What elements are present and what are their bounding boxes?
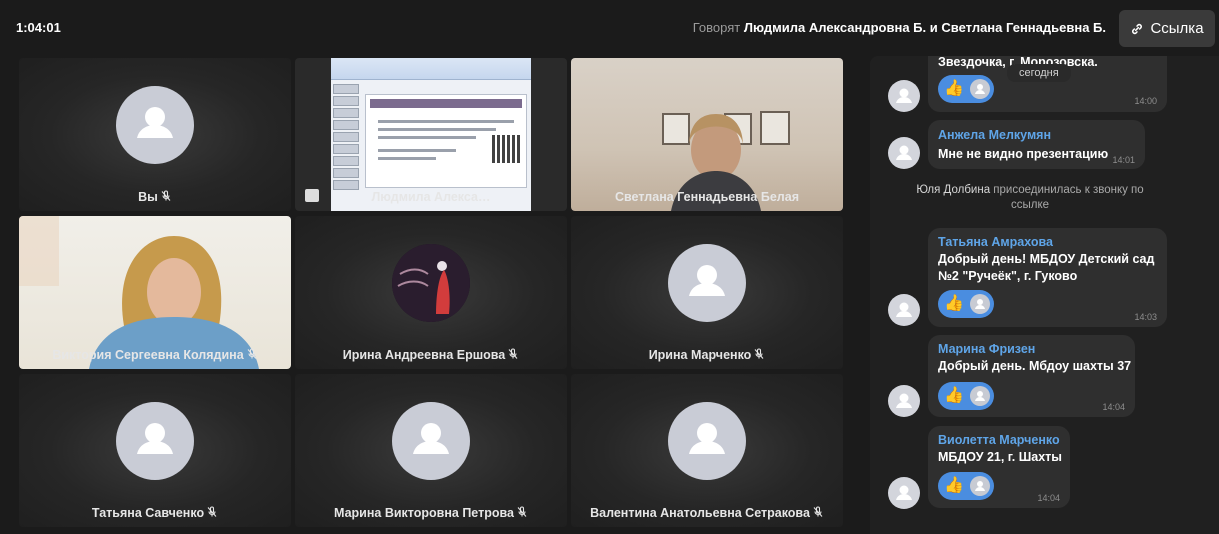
user-avatar-icon [888,80,920,112]
avatar-photo [392,244,470,323]
participant-tile[interactable]: Марина Викторовна Петрова [295,374,567,527]
participant-tile[interactable]: Виктория Сергеевна Колядина [19,216,291,369]
default-avatar-icon [668,402,746,481]
user-avatar-icon [888,137,920,169]
mic-off-icon [754,348,764,359]
user-avatar-icon [888,385,920,417]
mic-off-icon [508,348,518,359]
mic-off-icon [813,506,823,517]
message-time: 14:00 [1134,96,1157,106]
participant-name: Татьяна Савченко [19,506,291,520]
copy-link-label: Ссылка [1150,20,1204,37]
copy-link-button[interactable]: Ссылка [1119,10,1215,47]
message-time: 14:04 [1102,402,1125,412]
participant-name: Ирина Марченко [571,348,843,362]
chat-message: Анжела Мелкумян Мне не видно презентацию… [928,120,1145,169]
participant-tile[interactable]: Татьяна Савченко [19,374,291,527]
system-notice: Юля Долбина присоединилась к звонку по с… [910,183,1150,213]
default-avatar-icon [668,244,746,323]
mic-off-icon [161,190,171,201]
reactor-avatar-icon [969,386,990,406]
reaction-badge[interactable]: 👍 [938,382,994,410]
reaction-badge[interactable]: 👍 [938,472,994,500]
system-text: присоединилась к звонку по ссылке [993,184,1144,211]
participant-name: Ирина Андреевна Ершова [295,348,567,362]
user-avatar-icon [888,477,920,509]
thumbs-up-icon: 👍 [944,295,964,312]
participant-name: Вы [19,190,291,204]
message-time: 14:01 [1112,155,1135,165]
message-text: Добрый день. Мбдоу шахты 37 [938,359,1132,373]
participant-tile[interactable]: Ирина Марченко [571,216,843,369]
message-text: Мне не видно презентацию [938,147,1109,161]
message-author[interactable]: Анжела Мелкумян [938,128,1051,142]
speaking-prefix: Говорят [692,20,741,35]
message-text: Добрый день! МБДОУ Детский сад №2 "Ручеё… [938,252,1155,283]
message-time: 14:04 [1037,493,1060,503]
participant-video [662,111,790,211]
participant-video [19,216,259,369]
chat-message: Татьяна Амрахова Добрый день! МБДОУ Детс… [928,228,1167,327]
user-avatar-icon [888,294,920,326]
thumbs-up-icon: 👍 [944,477,964,494]
mic-off-icon [207,506,217,517]
call-timer: 1:04:01 [16,20,61,35]
reactor-avatar-icon [969,79,990,99]
chat-message: Марина Фризен Добрый день. Мбдоу шахты 3… [928,335,1135,417]
speaking-names: Людмила Александровна Б. и Светлана Генн… [743,20,1106,35]
chat-panel[interactable]: Звездочка, г. Морозовска. 👍 14:00 сегодн… [870,56,1219,534]
link-icon [1132,23,1143,34]
participant-tile[interactable]: Вы [19,58,291,211]
date-separator: сегодня [1007,64,1071,82]
chat-message: Виолетта Марченко МБДОУ 21, г. Шахты 👍 1… [928,426,1070,508]
participant-tile[interactable]: Валентина Анатольевна Сетракова [571,374,843,527]
thumbs-up-icon: 👍 [944,387,964,404]
participant-name: Светлана Геннадьевна Белая [615,190,799,204]
message-time: 14:03 [1134,312,1157,322]
speaking-indicator: Говорят Людмила Александровна Б. и Светл… [693,20,1106,35]
message-text: МБДОУ 21, г. Шахты [938,450,1062,464]
participant-tile[interactable]: Светлана Геннадьевна Белая [571,58,843,211]
message-author[interactable]: Татьяна Амрахова [938,235,1053,249]
mic-off-icon [247,348,257,359]
participant-name: Виктория Сергеевна Колядина [19,348,291,362]
mic-off-icon [517,506,527,517]
reaction-badge[interactable]: 👍 [938,75,994,103]
participant-name: Валентина Анатольевна Сетракова [571,506,843,520]
participant-tile-screen-share[interactable]: Людмила Алекса… [295,58,567,211]
reaction-badge[interactable]: 👍 [938,290,994,318]
video-call-window: 1:04:01 Говорят Людмила Александровна Б.… [0,0,1219,534]
reactor-avatar-icon [969,294,990,314]
default-avatar-icon [116,86,194,165]
participant-tile[interactable]: Ирина Андреевна Ершова [295,216,567,369]
default-avatar-icon [392,402,470,481]
reactor-avatar-icon [969,476,990,496]
participant-name: Людмила Алекса… [371,190,491,204]
thumbs-up-icon: 👍 [944,80,964,97]
default-avatar-icon [116,402,194,481]
system-user: Юля Долбина [916,184,991,196]
message-author[interactable]: Марина Фризен [938,342,1035,356]
participant-name: Марина Викторовна Петрова [295,506,567,520]
message-author[interactable]: Виолетта Марченко [938,433,1060,447]
shared-screen [331,58,531,211]
